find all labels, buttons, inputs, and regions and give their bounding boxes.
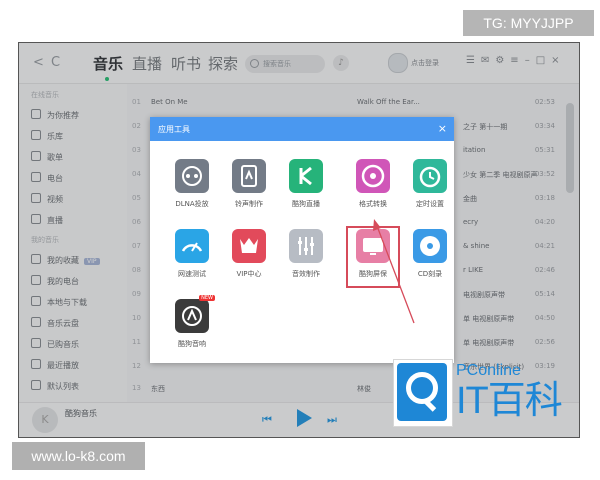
logo-name: IT百科 xyxy=(456,380,563,422)
magnifier-icon xyxy=(406,372,438,404)
watermark-bottom: www.lo-k8.com xyxy=(12,442,145,470)
watermark-top: TG: MYYJJPP xyxy=(463,10,594,36)
logo-brand: PConline xyxy=(456,362,521,379)
